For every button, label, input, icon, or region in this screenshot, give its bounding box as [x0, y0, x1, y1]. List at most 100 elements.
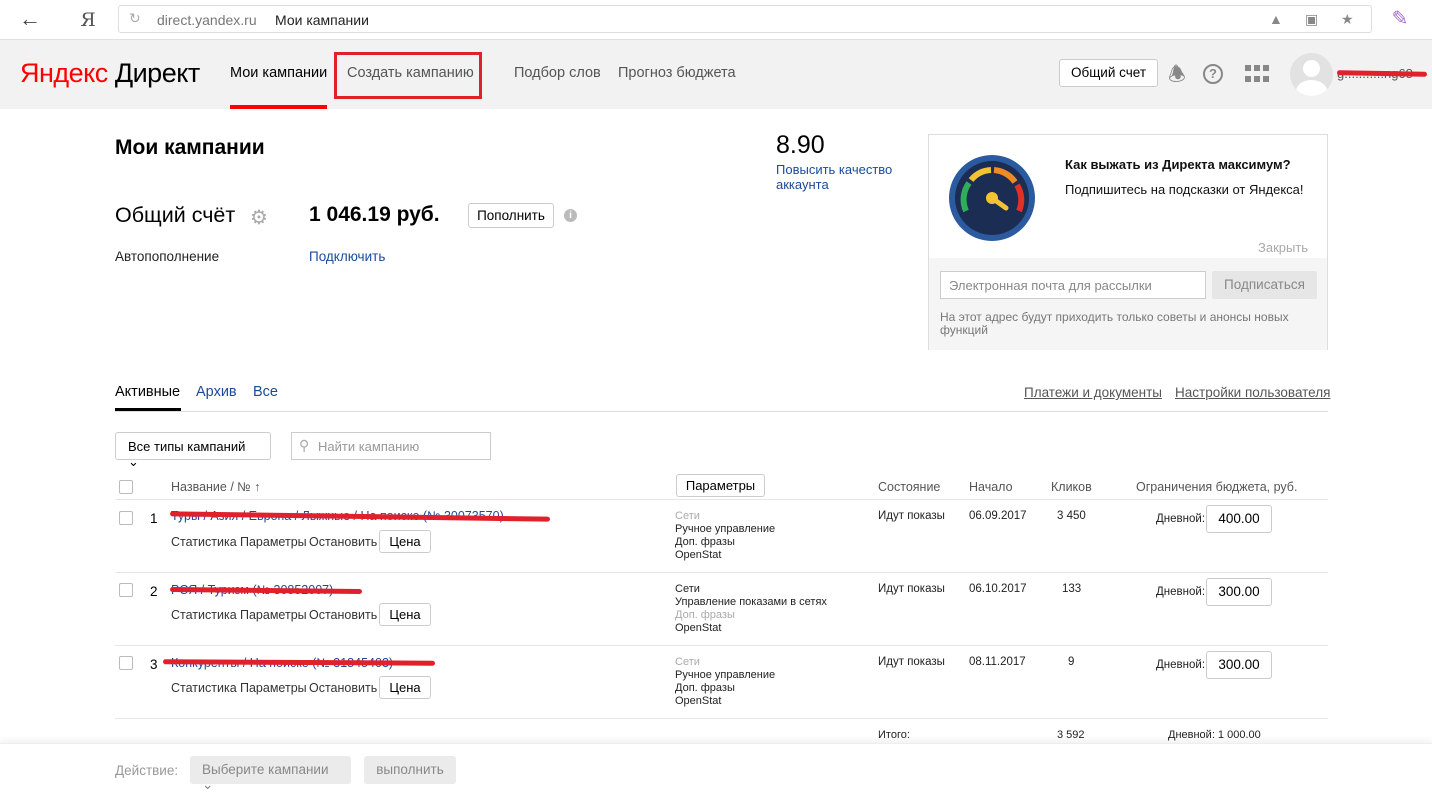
- autopay-label: Автопополнение: [115, 249, 220, 264]
- autopay-connect-link[interactable]: Подключить: [309, 249, 385, 264]
- row-checkbox[interactable]: [119, 583, 133, 597]
- search-icon: ⚲: [299, 437, 310, 453]
- stop-link[interactable]: Остановить: [309, 535, 377, 549]
- stats-link[interactable]: Статистика: [171, 535, 237, 549]
- params-link[interactable]: Параметры: [240, 681, 307, 695]
- strategy-extra-phrases: Доп. фразы: [675, 682, 735, 694]
- row-number: 3: [150, 657, 158, 672]
- back-arrow-icon[interactable]: ←: [16, 6, 44, 34]
- promo-note: На этот адрес будут приходить только сов…: [940, 310, 1289, 337]
- row-number: 1: [150, 511, 158, 526]
- gear-icon[interactable]: ⚙: [250, 205, 268, 230]
- apps-grid-icon[interactable]: [1245, 65, 1269, 83]
- promo-close-link[interactable]: Закрыть: [1258, 240, 1308, 255]
- campaign-start-date: 06.09.2017: [969, 510, 1027, 522]
- quality-score: 8.90: [776, 131, 825, 159]
- strategy-openstat: OpenStat: [675, 695, 722, 707]
- limit-label: Дневной:: [1156, 513, 1206, 525]
- column-start[interactable]: Начало: [969, 480, 1013, 494]
- action-select-value: Выберите кампании: [202, 762, 329, 777]
- user-settings-link[interactable]: Настройки пользователя: [1175, 385, 1330, 400]
- price-button[interactable]: Цена: [379, 530, 431, 553]
- row-divider: [115, 499, 1328, 500]
- avatar[interactable]: [1290, 53, 1333, 96]
- bulk-action-bar: Действие: Выберите кампании ⌄ выполнить: [0, 743, 1432, 793]
- row-checkbox[interactable]: [119, 511, 133, 525]
- price-button[interactable]: Цена: [379, 603, 431, 626]
- browser-toolbar: ← Я ↻ direct.yandex.ru Мои кампании ▲ ▣ …: [0, 0, 1432, 40]
- campaign-clicks: 3 450: [1057, 510, 1086, 522]
- strategy-openstat: OpenStat: [675, 549, 722, 561]
- tab-active[interactable]: Активные: [115, 384, 180, 400]
- strategy-networks: Сети: [675, 656, 700, 668]
- stats-link[interactable]: Статистика: [171, 608, 237, 622]
- promo-title: Как выжать из Директа максимум?: [1065, 157, 1291, 172]
- tab-archive[interactable]: Архив: [196, 384, 237, 400]
- pen-extension-icon[interactable]: ✎: [1386, 6, 1414, 34]
- daily-limit-field[interactable]: 300.00: [1206, 578, 1272, 606]
- nav-budget-forecast[interactable]: Прогноз бюджета: [618, 65, 736, 81]
- params-link[interactable]: Параметры: [240, 535, 307, 549]
- stats-link[interactable]: Статистика: [171, 681, 237, 695]
- site-header: Яндекс Директ Мои кампании Создать кампа…: [0, 40, 1432, 109]
- search-input[interactable]: Найти кампанию: [291, 432, 491, 460]
- action-select[interactable]: Выберите кампании ⌄: [190, 756, 351, 792]
- nav-my-campaigns[interactable]: Мои кампании: [230, 65, 327, 81]
- execute-button[interactable]: выполнить: [364, 756, 456, 784]
- help-icon[interactable]: ?: [1203, 64, 1223, 84]
- strategy-openstat: OpenStat: [675, 622, 722, 634]
- star-bookmark-icon[interactable]: ★: [1341, 11, 1354, 28]
- tab-all[interactable]: Все: [253, 384, 278, 400]
- info-icon[interactable]: i: [564, 209, 577, 222]
- column-state[interactable]: Состояние: [878, 480, 940, 494]
- select-all-checkbox[interactable]: [119, 480, 133, 494]
- daily-limit-field[interactable]: 300.00: [1206, 651, 1272, 679]
- campaign-type-select[interactable]: Все типы кампаний ⌄: [115, 432, 271, 469]
- email-field[interactable]: Электронная почта для рассылки: [940, 271, 1206, 299]
- column-name[interactable]: Название / № ↑: [171, 480, 260, 494]
- subscribe-button[interactable]: Подписаться: [1212, 271, 1317, 299]
- strategy-network-management: Управление показами в сетях: [675, 596, 827, 608]
- row-checkbox[interactable]: [119, 656, 133, 670]
- reload-icon[interactable]: ↻: [129, 10, 141, 27]
- url-domain: direct.yandex.ru: [157, 12, 257, 28]
- nav-create-campaign[interactable]: Создать кампанию: [347, 65, 474, 81]
- row-divider: [115, 718, 1328, 719]
- bell-icon[interactable]: 🕭: [1164, 60, 1190, 86]
- yandex-home-button[interactable]: Я: [74, 6, 102, 34]
- strategy-manual: Ручное управление: [675, 523, 776, 535]
- column-clicks[interactable]: Кликов: [1051, 480, 1092, 494]
- limit-label: Дневной:: [1156, 659, 1206, 671]
- address-bar[interactable]: ↻ direct.yandex.ru Мои кампании ▲ ▣ ★: [118, 5, 1372, 33]
- chevron-down-icon: ⌄: [202, 777, 214, 792]
- daily-limit-field[interactable]: 400.00: [1206, 505, 1272, 533]
- payments-documents-link[interactable]: Платежи и документы: [1024, 385, 1162, 400]
- logo-direct: Директ: [114, 58, 200, 88]
- logo-yandex: Яндекс: [20, 58, 108, 88]
- totals-label: Итого:: [878, 729, 910, 741]
- stop-link[interactable]: Остановить: [309, 608, 377, 622]
- strategy-extra-phrases: Доп. фразы: [675, 609, 735, 621]
- strategy-networks: Сети: [675, 583, 700, 595]
- price-button[interactable]: Цена: [379, 676, 431, 699]
- yandex-direct-logo[interactable]: Яндекс Директ: [20, 58, 200, 89]
- tabs-divider: [115, 411, 1328, 412]
- column-budget[interactable]: Ограничения бюджета, руб.: [1136, 480, 1297, 494]
- params-link[interactable]: Параметры: [240, 608, 307, 622]
- protect-icon[interactable]: ▲: [1269, 11, 1283, 27]
- campaign-state: Идут показы: [878, 510, 945, 522]
- parameters-button[interactable]: Параметры: [676, 474, 765, 497]
- improve-quality-link[interactable]: Повысить качество аккаунта: [776, 162, 916, 192]
- speedometer-icon: [949, 155, 1035, 241]
- shared-account-button[interactable]: Общий счет: [1059, 59, 1158, 87]
- stop-link[interactable]: Остановить: [309, 681, 377, 695]
- row-divider: [115, 572, 1328, 573]
- campaign-start-date: 08.11.2017: [969, 656, 1026, 668]
- strategy-networks: Сети: [675, 510, 700, 522]
- totals-clicks: 3 592: [1057, 729, 1085, 741]
- nav-word-selection[interactable]: Подбор слов: [514, 65, 601, 81]
- topup-button[interactable]: Пополнить: [468, 203, 554, 228]
- lock-icon[interactable]: ▣: [1305, 11, 1318, 28]
- row-number: 2: [150, 584, 158, 599]
- strategy-extra-phrases: Доп. фразы: [675, 536, 735, 548]
